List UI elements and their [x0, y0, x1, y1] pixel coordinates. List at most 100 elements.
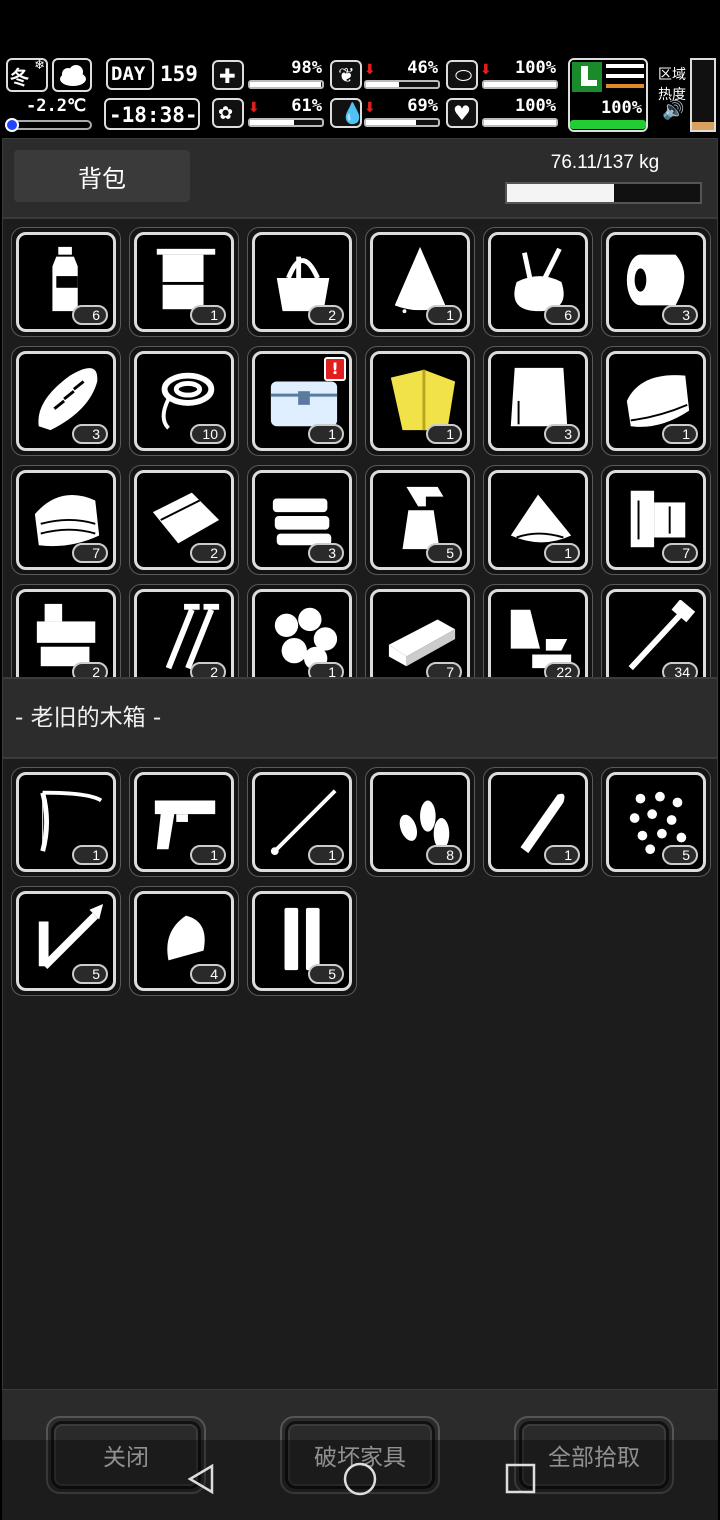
backpack-item-frame[interactable]: 1 — [370, 351, 470, 451]
container-item-slot[interactable]: 5 — [11, 886, 121, 996]
backpack-item-slot[interactable]: 7 — [601, 465, 711, 575]
container-item-frame[interactable]: 5 — [606, 772, 706, 872]
container-item-slot[interactable]: 1 — [483, 767, 593, 877]
backpack-item-frame[interactable]: 7 — [606, 470, 706, 570]
speaker-icon[interactable]: 🔊 — [662, 100, 684, 121]
backpack-item-slot[interactable]: 1 — [365, 346, 475, 456]
backpack-item-slot[interactable]: 1 — [601, 346, 711, 456]
backpack-item-slot[interactable]: 1 — [365, 227, 475, 337]
item-quantity: 1 — [308, 845, 344, 865]
container-item-frame[interactable]: 1 — [488, 772, 588, 872]
backpack-item-frame[interactable]: 2 — [252, 232, 352, 332]
backpack-item-frame[interactable]: 1 — [134, 232, 234, 332]
day-box: DAY — [106, 58, 154, 90]
container-item-frame[interactable]: 1 — [252, 772, 352, 872]
container-item-frame[interactable]: 5 — [252, 891, 352, 991]
backpack-item-slot[interactable]: 34 — [601, 584, 711, 677]
backpack-item-frame[interactable]: 2 — [134, 470, 234, 570]
backpack-item-slot[interactable]: 7 — [11, 465, 121, 575]
backpack-item-slot[interactable]: 2 — [129, 584, 239, 677]
backpack-item-slot[interactable]: 1 — [483, 465, 593, 575]
zone-heat-meter — [690, 58, 716, 132]
mood-bar — [482, 118, 558, 127]
container-item-slot[interactable]: 1 — [129, 767, 239, 877]
item-quantity: 3 — [544, 424, 580, 444]
home-nav-icon[interactable] — [343, 1462, 377, 1496]
stamina-bar — [570, 120, 646, 129]
brain-icon: ✿ — [218, 103, 234, 124]
container-item-slot[interactable]: 5 — [247, 886, 357, 996]
backpack-item-slot[interactable]: 3 — [601, 227, 711, 337]
item-quantity: 7 — [662, 543, 698, 563]
backpack-item-frame[interactable]: 1 — [252, 589, 352, 677]
container-item-slot[interactable]: 1 — [247, 767, 357, 877]
backpack-item-slot[interactable]: 2 — [247, 227, 357, 337]
container-item-frame[interactable]: 5 — [16, 891, 116, 991]
backpack-item-slot[interactable]: 6 — [11, 227, 121, 337]
mood-bar-fill — [484, 120, 556, 125]
container-item-slot[interactable]: 1 — [11, 767, 121, 877]
backpack-item-slot[interactable]: 1 — [129, 227, 239, 337]
backpack-item-frame[interactable]: 34 — [606, 589, 706, 677]
backpack-item-frame[interactable]: 22 — [488, 589, 588, 677]
backpack-item-frame[interactable]: 1! — [252, 351, 352, 451]
backpack-item-frame[interactable]: 5 — [370, 470, 470, 570]
weight-bar — [505, 182, 702, 204]
day-number: 159 — [160, 62, 198, 86]
backpack-item-frame[interactable]: 3 — [16, 351, 116, 451]
backpack-item-frame[interactable]: 6 — [16, 232, 116, 332]
backpack-item-slot[interactable]: 1 — [247, 584, 357, 677]
backpack-item-frame[interactable]: 7 — [16, 470, 116, 570]
health-value: 98% — [291, 58, 322, 78]
pill-icon: ⬭ — [455, 63, 473, 87]
backpack-item-frame[interactable]: 3 — [606, 232, 706, 332]
thirst-bar-fill — [366, 120, 416, 125]
water-drop-icon: 💧 — [340, 101, 365, 125]
stamina-line-1 — [606, 64, 644, 68]
boot-icon — [572, 62, 602, 92]
backpack-item-slot[interactable]: 7 — [365, 584, 475, 677]
fatigue-value: 100% — [515, 58, 556, 78]
backpack-tab[interactable]: 背包 — [14, 150, 190, 202]
item-quantity: 5 — [72, 964, 108, 984]
heart-icon: ♥ — [453, 101, 471, 125]
backpack-item-slot[interactable]: 1! — [247, 346, 357, 456]
zone-label-1: 区域 — [658, 67, 686, 83]
stat-hunger: ❦ — [330, 60, 362, 90]
container-grid: 111815545 — [11, 767, 711, 996]
container-item-frame[interactable]: 4 — [134, 891, 234, 991]
backpack-item-slot[interactable]: 3 — [483, 346, 593, 456]
backpack-item-slot[interactable]: 6 — [483, 227, 593, 337]
backpack-item-frame[interactable]: 1 — [488, 470, 588, 570]
backpack-item-frame[interactable]: 3 — [252, 470, 352, 570]
system-nav-bar — [0, 1440, 720, 1520]
backpack-item-slot[interactable]: 5 — [365, 465, 475, 575]
backpack-item-frame[interactable]: 1 — [606, 351, 706, 451]
backpack-item-frame[interactable]: 2 — [16, 589, 116, 677]
container-item-frame[interactable]: 1 — [16, 772, 116, 872]
sanity-bar-fill — [250, 120, 294, 125]
backpack-item-slot[interactable]: 10 — [129, 346, 239, 456]
backpack-item-frame[interactable]: 1 — [370, 232, 470, 332]
recents-nav-icon[interactable] — [504, 1462, 538, 1496]
backpack-item-frame[interactable]: 7 — [370, 589, 470, 677]
back-nav-icon[interactable] — [184, 1462, 218, 1496]
backpack-item-slot[interactable]: 22 — [483, 584, 593, 677]
backpack-item-slot[interactable]: 2 — [11, 584, 121, 677]
backpack-item-frame[interactable]: 2 — [134, 589, 234, 677]
sanity-value: 61% — [291, 96, 322, 116]
backpack-item-slot[interactable]: 3 — [11, 346, 121, 456]
container-item-slot[interactable]: 5 — [601, 767, 711, 877]
backpack-item-frame[interactable]: 10 — [134, 351, 234, 451]
backpack-item-slot[interactable]: 3 — [247, 465, 357, 575]
backpack-item-frame[interactable]: 6 — [488, 232, 588, 332]
container-item-slot[interactable]: 8 — [365, 767, 475, 877]
backpack-item-frame[interactable]: 3 — [488, 351, 588, 451]
season-box: 冬 ❄ — [6, 58, 48, 92]
fatigue-bar-fill — [484, 82, 556, 87]
backpack-item-slot[interactable]: 2 — [129, 465, 239, 575]
container-item-frame[interactable]: 1 — [134, 772, 234, 872]
container-item-frame[interactable]: 8 — [370, 772, 470, 872]
stamina-line-3 — [606, 84, 644, 88]
container-item-slot[interactable]: 4 — [129, 886, 239, 996]
